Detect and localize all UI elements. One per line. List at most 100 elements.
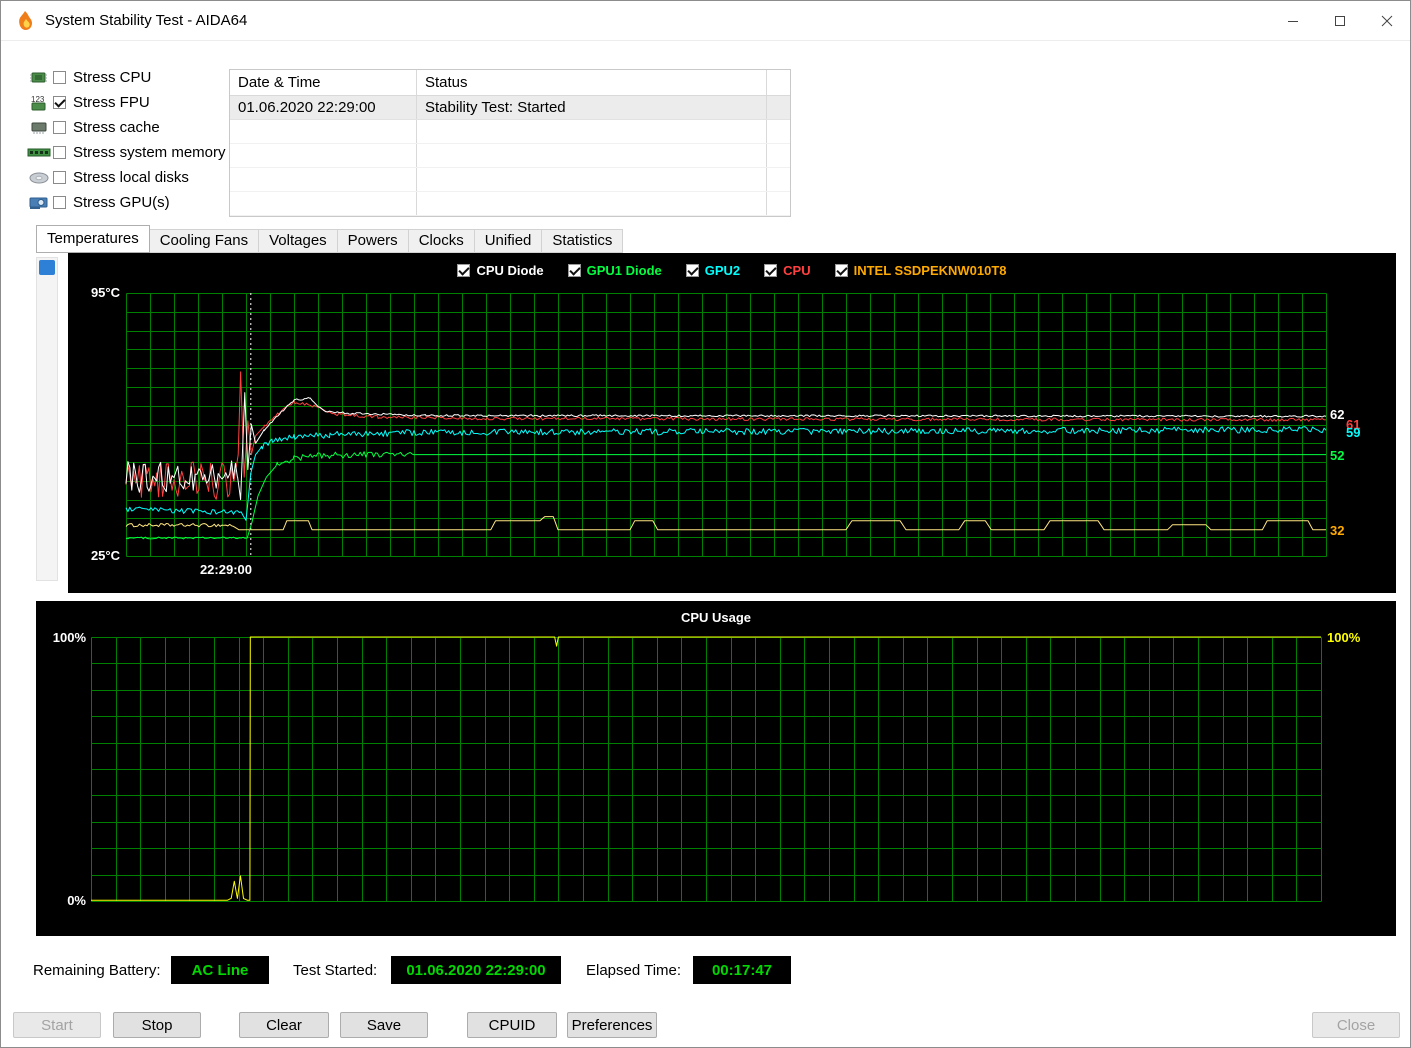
log-row[interactable]: 01.06.2020 22:29:00 Stability Test: Star… [230, 96, 790, 120]
start-button: Start [13, 1012, 101, 1038]
gpu-icon [25, 195, 53, 211]
legend-item[interactable]: CPU [764, 263, 810, 278]
series-end-value-label: 52 [1330, 448, 1344, 463]
log-cell-status: Stability Test: Started [417, 96, 767, 119]
stress-option-row[interactable]: Stress local disks [25, 165, 226, 190]
event-log-table: Date & Time Status 01.06.2020 22:29:00 S… [229, 69, 791, 217]
stress-options-list: Stress CPU 123 Stress FPU Stress cache Stres… [25, 65, 226, 215]
tab-temperatures[interactable]: Temperatures [36, 225, 150, 253]
cache-icon [25, 121, 53, 135]
tab-voltages[interactable]: Voltages [258, 229, 338, 253]
temp-axis-max-label: 95°C [68, 285, 120, 300]
stress-option-label: Stress GPU(s) [73, 194, 170, 211]
temperature-chart [68, 253, 1396, 593]
test-started-value: 01.06.2020 22:29:00 [391, 956, 561, 984]
stress-option-label: Stress CPU [73, 69, 151, 86]
legend-label: GPU1 Diode [587, 263, 662, 278]
save-button[interactable]: Save [340, 1012, 428, 1038]
memory-icon [25, 147, 53, 159]
legend-item[interactable]: GPU1 Diode [568, 263, 662, 278]
checkbox[interactable] [686, 264, 699, 277]
tab-cooling-fans[interactable]: Cooling Fans [149, 229, 259, 253]
elapsed-time-value: 00:17:47 [693, 956, 791, 984]
legend-label: GPU2 [705, 263, 740, 278]
app-window: System Stability Test - AIDA64 Stress CP… [0, 0, 1411, 1048]
battery-value: AC Line [171, 956, 269, 984]
checkbox[interactable] [457, 264, 470, 277]
preferences-button[interactable]: Preferences [567, 1012, 657, 1038]
legend-label: CPU [783, 263, 810, 278]
close-button[interactable] [1363, 1, 1410, 40]
usage-axis-min-label: 0% [36, 893, 86, 908]
legend-item[interactable]: INTEL SSDPEKNW010T8 [835, 263, 1007, 278]
cpu-usage-chart [36, 601, 1396, 936]
log-row-empty [230, 120, 790, 144]
tab-bar: Temperatures Cooling Fans Voltages Power… [36, 225, 623, 253]
usage-axis-max-label: 100% [36, 630, 86, 645]
fpu-icon: 123 [25, 94, 53, 112]
cpuid-button[interactable]: CPUID [467, 1012, 557, 1038]
stress-option-label: Stress cache [73, 119, 160, 136]
chart-vertical-scrollbar[interactable] [36, 257, 58, 581]
log-header-datetime[interactable]: Date & Time [230, 70, 417, 95]
stress-option-label: Stress FPU [73, 94, 150, 111]
checkbox[interactable] [53, 196, 66, 209]
checkbox[interactable] [835, 264, 848, 277]
legend-item[interactable]: CPU Diode [457, 263, 543, 278]
test-started-label: Test Started: [293, 962, 377, 979]
temperature-legend: CPU Diode GPU1 Diode GPU2 CPU INTEL SSDPEKNW… [68, 263, 1396, 278]
stress-option-row[interactable]: Stress GPU(s) [25, 190, 226, 215]
stress-option-label: Stress system memory [73, 144, 226, 161]
checkbox[interactable] [53, 121, 66, 134]
stress-option-row[interactable]: Stress system memory [25, 140, 226, 165]
minimize-button[interactable] [1269, 1, 1316, 40]
series-end-value-label: 32 [1330, 523, 1344, 538]
close-dialog-button: Close [1312, 1012, 1400, 1038]
stress-option-row[interactable]: Stress cache [25, 115, 226, 140]
log-row-empty [230, 168, 790, 192]
stress-option-label: Stress local disks [73, 169, 189, 186]
temp-axis-min-label: 25°C [68, 548, 120, 563]
log-table-header: Date & Time Status [230, 70, 790, 96]
cpu-usage-title: CPU Usage [36, 610, 1396, 625]
clear-button[interactable]: Clear [239, 1012, 329, 1038]
legend-label: CPU Diode [476, 263, 543, 278]
maximize-button[interactable] [1316, 1, 1363, 40]
stress-option-row[interactable]: 123 Stress FPU [25, 90, 226, 115]
log-row-empty [230, 144, 790, 168]
log-cell-datetime: 01.06.2020 22:29:00 [230, 96, 417, 119]
chart-scrollbar-thumb[interactable] [39, 260, 55, 275]
log-table-body: 01.06.2020 22:29:00 Stability Test: Star… [230, 96, 790, 216]
checkbox[interactable] [53, 146, 66, 159]
stress-option-row[interactable]: Stress CPU [25, 65, 226, 90]
tab-powers[interactable]: Powers [337, 229, 409, 253]
tab-unified[interactable]: Unified [474, 229, 543, 253]
cpu-icon [25, 70, 53, 86]
temperature-chart-panel: CPU Diode GPU1 Diode GPU2 CPU INTEL SSDPEKNW… [68, 253, 1396, 593]
cpu-usage-chart-panel: CPU Usage 100% 0% 100% [36, 601, 1396, 936]
log-row-empty [230, 192, 790, 216]
usage-right-value-label: 100% [1327, 630, 1360, 645]
checkbox[interactable] [568, 264, 581, 277]
checkbox[interactable] [53, 171, 66, 184]
button-row: Start Stop Clear Save CPUID Preferences … [1, 1012, 1411, 1040]
series-end-value-label: 62 [1330, 407, 1344, 422]
checkbox[interactable] [764, 264, 777, 277]
stop-button[interactable]: Stop [113, 1012, 201, 1038]
tab-statistics[interactable]: Statistics [541, 229, 623, 253]
checkbox[interactable] [53, 96, 66, 109]
battery-label: Remaining Battery: [33, 962, 161, 979]
tab-clocks[interactable]: Clocks [408, 229, 475, 253]
disk-icon [25, 171, 53, 185]
status-bar: Remaining Battery: AC Line Test Started:… [1, 956, 1411, 986]
title-bar: System Stability Test - AIDA64 [1, 1, 1410, 41]
legend-item[interactable]: GPU2 [686, 263, 740, 278]
window-title: System Stability Test - AIDA64 [45, 12, 247, 29]
temp-start-time-label: 22:29:00 [180, 562, 252, 577]
checkbox[interactable] [53, 71, 66, 84]
elapsed-time-label: Elapsed Time: [586, 962, 681, 979]
log-header-status[interactable]: Status [417, 70, 767, 95]
window-controls [1269, 1, 1410, 40]
log-header-spacer [767, 70, 790, 95]
legend-label: INTEL SSDPEKNW010T8 [854, 263, 1007, 278]
